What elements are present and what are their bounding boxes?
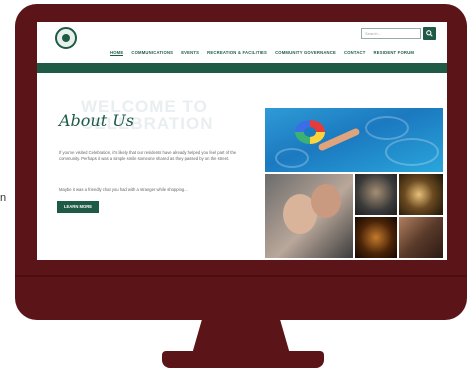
nav-item-events[interactable]: EVENTS	[181, 50, 199, 56]
about-paragraph-1: If you've visited Celebration, it's like…	[59, 150, 237, 161]
background-text-fragment: n	[0, 192, 7, 204]
search-icon	[426, 30, 433, 37]
nav-item-recreation[interactable]: RECREATION & FACILITIES	[207, 50, 267, 56]
collage-photo-2	[355, 174, 397, 215]
photo-collage	[265, 174, 443, 258]
collage-photo-couple	[265, 174, 353, 258]
nav-item-resident-forum[interactable]: RESIDENT FORUM	[374, 50, 415, 56]
collage-photo-5	[399, 217, 443, 258]
pool-float	[295, 120, 325, 144]
monitor-stand-neck	[192, 320, 290, 354]
nav-item-community-governance[interactable]: COMMUNITY GOVERNANCE	[275, 50, 336, 56]
monitor-chin-divider	[15, 275, 467, 277]
header-band	[37, 63, 447, 73]
collage-photo-4	[355, 217, 397, 258]
about-us-heading: About Us	[59, 111, 134, 130]
about-paragraph-2: Maybe it was a friendly chat you had wit…	[59, 187, 188, 192]
main-nav: HOME COMMUNICATIONS EVENTS RECREATION & …	[110, 50, 414, 56]
learn-more-button[interactable]: LEARN MORE	[57, 201, 99, 213]
pool-photo	[265, 108, 443, 172]
monitor-stand-base	[162, 351, 324, 368]
site-logo[interactable]	[55, 27, 77, 49]
nav-item-home[interactable]: HOME	[110, 50, 124, 56]
site-header: Search... HOME COMMUNICATIONS EVENTS REC…	[37, 22, 447, 64]
nav-item-communications[interactable]: COMMUNICATIONS	[131, 50, 173, 56]
search-input[interactable]: Search...	[361, 28, 421, 39]
search-button[interactable]	[423, 27, 436, 40]
nav-item-contact[interactable]: CONTACT	[344, 50, 366, 56]
collage-photo-3	[399, 174, 443, 215]
monitor-screen: Search... HOME COMMUNICATIONS EVENTS REC…	[37, 22, 447, 260]
